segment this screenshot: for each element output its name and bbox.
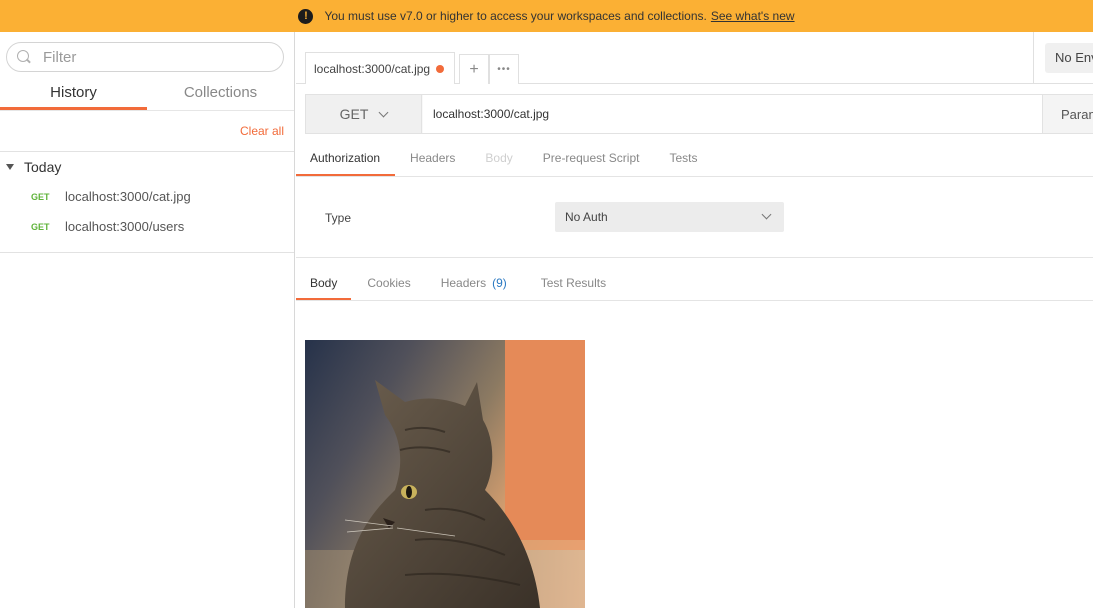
- divider: [0, 151, 294, 152]
- tab-authorization[interactable]: Authorization: [296, 144, 396, 177]
- request-tabs: Authorization Headers Body Pre-request S…: [296, 144, 1093, 177]
- see-whats-new-link[interactable]: See what's new: [711, 9, 795, 23]
- tab-cookies[interactable]: Cookies: [367, 268, 410, 301]
- tab-test-results[interactable]: Test Results: [541, 268, 606, 301]
- search-icon: [17, 50, 31, 64]
- version-banner: ! You must use v7.0 or higher to access …: [0, 0, 1093, 32]
- tab-response-body[interactable]: Body: [296, 268, 352, 301]
- chevron-down-icon: [378, 107, 389, 117]
- history-item[interactable]: GET localhost:3000/cat.jpg: [31, 189, 191, 204]
- main-panel: localhost:3000/cat.jpg + ••• No Environm…: [296, 32, 1093, 608]
- tab-response-headers[interactable]: Headers (9): [441, 268, 507, 301]
- group-label: Today: [24, 159, 62, 175]
- auth-type-value: No Auth: [565, 210, 608, 224]
- tab-body[interactable]: Body: [485, 144, 512, 177]
- filter-box[interactable]: [6, 42, 284, 72]
- divider: [296, 176, 1093, 177]
- sidebar: History Collections Clear all Today GET …: [0, 32, 295, 608]
- chevron-down-icon: [761, 209, 772, 220]
- banner-message: You must use v7.0 or higher to access yo…: [324, 9, 707, 23]
- response-tabs: Body Cookies Headers (9) Test Results: [296, 268, 1093, 301]
- cat-illustration: [305, 340, 585, 608]
- tab-tests[interactable]: Tests: [669, 144, 697, 177]
- method-value: GET: [339, 106, 369, 122]
- more-tabs-button[interactable]: •••: [489, 54, 519, 84]
- clear-all-button[interactable]: Clear all: [240, 124, 284, 138]
- response-image-cat: [305, 340, 585, 608]
- method-select[interactable]: GET: [306, 95, 422, 133]
- new-tab-button[interactable]: +: [459, 54, 489, 84]
- auth-type-select[interactable]: No Auth: [555, 202, 784, 232]
- tab-headers[interactable]: Headers: [410, 144, 455, 177]
- tab-label: Headers: [440, 276, 487, 290]
- history-url: localhost:3000/users: [65, 219, 185, 234]
- divider: [0, 110, 294, 111]
- history-group-today[interactable]: Today: [6, 159, 61, 175]
- url-bar: GET Params: [305, 94, 1093, 134]
- divider: [296, 257, 1093, 258]
- divider: [0, 252, 294, 253]
- history-url: localhost:3000/cat.jpg: [65, 189, 191, 204]
- sidebar-tabs: History Collections: [0, 80, 294, 110]
- auth-type-label: Type: [325, 211, 352, 225]
- headers-count-badge: (9): [492, 276, 507, 290]
- tab-collections[interactable]: Collections: [147, 80, 294, 110]
- method-badge: GET: [31, 191, 50, 202]
- environment-select[interactable]: No Environment: [1045, 43, 1093, 73]
- params-button[interactable]: Params: [1042, 95, 1093, 133]
- tab-pre-request-script[interactable]: Pre-request Script: [543, 144, 640, 177]
- request-tab-title: localhost:3000/cat.jpg: [314, 61, 431, 76]
- caret-down-icon: [6, 164, 14, 170]
- url-input[interactable]: [423, 95, 1043, 133]
- request-tab[interactable]: localhost:3000/cat.jpg: [305, 52, 455, 84]
- history-item[interactable]: GET localhost:3000/users: [31, 219, 184, 234]
- unsaved-dot-icon: [436, 64, 444, 73]
- tab-history[interactable]: History: [0, 80, 147, 110]
- method-badge: GET: [31, 221, 50, 232]
- warning-icon: !: [298, 8, 314, 24]
- filter-input[interactable]: [43, 48, 263, 66]
- divider: [296, 300, 1093, 301]
